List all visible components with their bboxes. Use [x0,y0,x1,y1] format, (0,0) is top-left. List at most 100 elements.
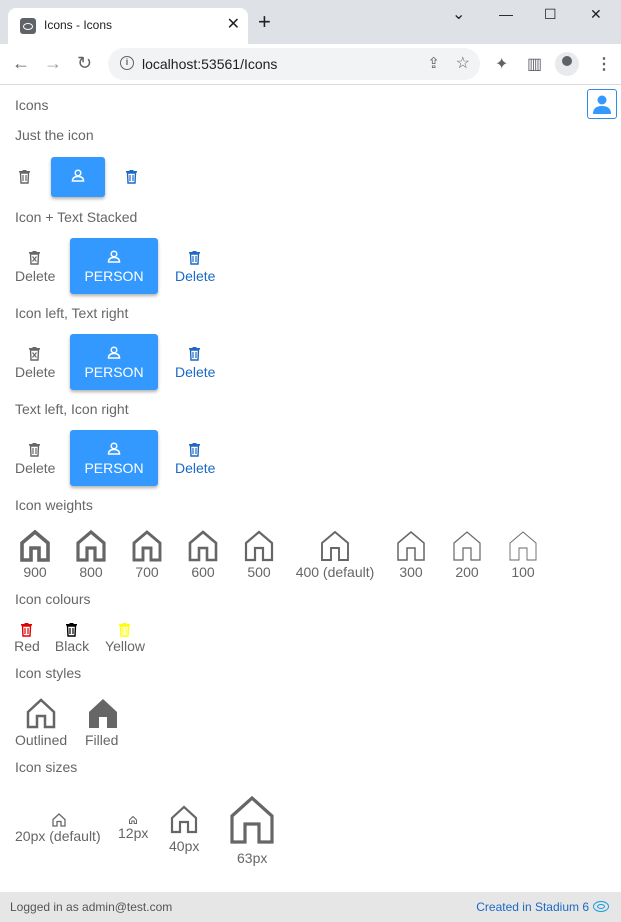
person-icon-button[interactable] [51,157,105,197]
trash-icon [29,443,40,457]
delete-label: Delete [15,460,56,476]
trash-icon [189,251,200,265]
created-in-link[interactable]: Created in Stadium 6 [476,900,589,914]
browser-tab-bar: Icons - Icons ✕ + ⌄ — ☐ ✕ [0,0,621,44]
home-icon-weight [244,530,274,562]
menu-kebab-icon[interactable]: ⋮ [596,54,612,74]
forward-arrow-icon[interactable]: → [44,53,62,74]
delete-label: Delete [15,268,56,284]
tab-search-icon[interactable]: ⌄ [452,4,465,24]
trash-icon [126,170,137,184]
section-heading-text-left: Text left, Icon right [15,401,129,417]
back-arrow-icon[interactable]: ← [12,53,30,74]
home-icon-weight [509,531,537,561]
trash-icon [189,443,200,457]
delete-label: Delete [175,460,216,476]
home-icon-weight [76,529,106,562]
home-outlined-icon [26,698,56,729]
section-heading-colours: Icon colours [15,591,91,607]
delete-button-grey[interactable]: Delete [15,251,56,284]
home-icon [129,815,137,824]
section-heading-styles: Icon styles [15,665,82,681]
icon-size-63: 63px [230,795,274,866]
icon-style-outlined: Outlined [15,698,69,748]
logged-in-text: Logged in as admin@test.com [10,900,173,914]
share-icon[interactable]: ⇪ [427,54,440,72]
stadium-logo-icon [593,901,609,912]
section-heading-stacked: Icon + Text Stacked [15,209,138,225]
person-button[interactable]: PERSON [70,334,158,390]
minimize-button[interactable]: — [499,6,513,22]
size-label: 12px [118,825,149,841]
page-title: Icons [15,97,49,113]
trash-x-icon [29,347,40,361]
section-heading-sizes: Icon sizes [15,759,78,775]
person-label: PERSON [84,460,144,476]
size-label: 20px (default) [15,828,101,844]
trash-x-icon [29,251,40,265]
home-filled-icon [89,699,117,728]
home-icon [170,805,198,834]
icon-size-20: 20px (default) [15,813,105,847]
person-label: PERSON [84,268,144,284]
home-icon [230,795,274,844]
address-bar[interactable]: i localhost:53561/Icons ⇪ ☆ [108,48,480,80]
delete-label: Delete [175,268,216,284]
delete-button-grey[interactable]: Delete [15,347,56,380]
person-label: PERSON [84,364,144,380]
new-tab-button[interactable]: + [258,11,271,33]
extensions-puzzle-icon[interactable]: ✦ [495,54,508,74]
section-heading-just-icon: Just the icon [15,127,94,143]
side-panel-icon[interactable]: ▥ [527,54,542,74]
icon-size-12: 12px [118,815,152,844]
person-button[interactable]: PERSON [70,430,158,486]
site-info-icon[interactable]: i [120,56,134,70]
bookmark-star-icon[interactable]: ☆ [456,53,470,73]
home-icon-weight [132,530,162,562]
person-icon [593,95,611,114]
delete-label: Delete [175,364,216,380]
profile-avatar-icon[interactable] [555,52,579,76]
size-label: 63px [237,850,268,866]
delete-button-grey[interactable]: Delete [15,443,56,476]
home-icon-weight [321,530,349,561]
page-content: Icons Just the icon Icon + Text Stacked … [0,86,621,892]
size-label: 40px [169,838,200,854]
delete-button-blue[interactable]: Delete [175,443,216,476]
person-outline-icon [107,346,121,359]
home-icon-weight [453,531,481,561]
delete-icon-button-grey[interactable] [18,170,32,184]
person-button[interactable]: PERSON [70,238,158,294]
browser-tab[interactable]: Icons - Icons ✕ [8,8,248,44]
person-outline-icon [107,442,121,455]
home-icon-weight [397,531,425,561]
user-account-button[interactable] [587,89,617,119]
maximize-button[interactable]: ☐ [544,6,557,23]
home-icon [52,813,66,827]
icon-style-filled: Filled [85,698,125,748]
window-close-button[interactable]: ✕ [590,6,602,23]
colour-label: Yellow [105,638,145,654]
url-text[interactable]: localhost:53561/Icons [142,56,277,72]
style-label: Filled [85,732,119,748]
delete-button-blue[interactable]: Delete [175,347,216,380]
weight-label: 100 [511,564,535,580]
reload-icon[interactable]: ↻ [77,53,92,74]
person-outline-icon [107,250,121,263]
style-label: Outlined [15,732,68,748]
stadium-favicon-icon [20,18,36,34]
trash-icon [66,623,77,637]
delete-label: Delete [15,364,56,380]
person-outline-icon [71,169,85,182]
home-icon-weight [188,530,218,562]
tab-title: Icons - Icons [44,18,113,32]
trash-icon [21,623,32,637]
section-heading-icon-left: Icon left, Text right [15,305,129,321]
tab-close-icon[interactable]: ✕ [227,15,240,35]
section-heading-weights: Icon weights [15,497,93,513]
delete-button-blue[interactable]: Delete [175,251,216,284]
icon-size-40: 40px [169,804,203,854]
browser-toolbar: ← → ↻ i localhost:53561/Icons ⇪ ☆ ✦ ▥ ⋮ [0,44,621,85]
footer-bar: Logged in as admin@test.com Created in S… [0,892,621,922]
delete-icon-button-blue[interactable] [125,170,139,184]
